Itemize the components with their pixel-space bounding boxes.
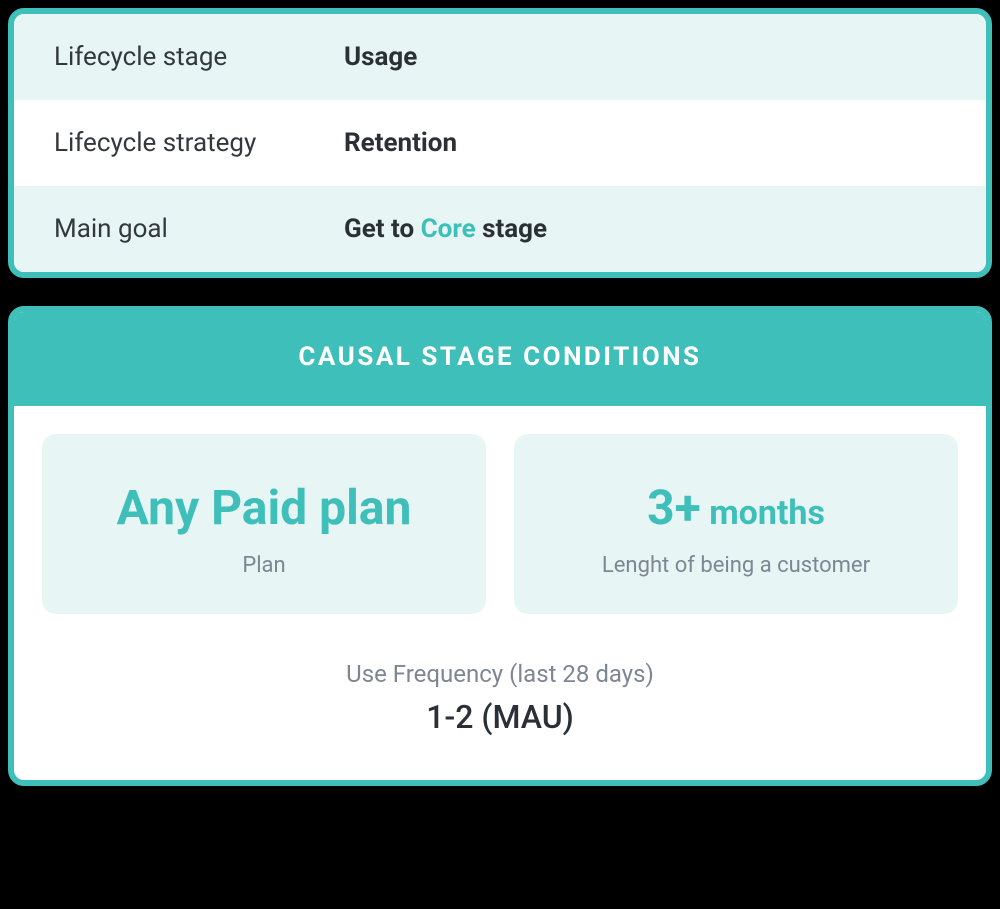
row-label: Lifecycle strategy	[54, 128, 344, 158]
tile-title: Any Paid plan	[62, 482, 466, 535]
cards-spacer	[8, 278, 992, 306]
tile-title: 3+ months	[534, 482, 938, 535]
tile-length: 3+ months Lenght of being a customer	[514, 434, 958, 614]
frequency-value: 1-2 (MAU)	[34, 698, 966, 736]
conditions-tiles: Any Paid plan Plan 3+ months Lenght of b…	[14, 406, 986, 626]
row-lifecycle-strategy: Lifecycle strategy Retention	[14, 100, 986, 186]
row-lifecycle-stage: Lifecycle stage Usage	[14, 14, 986, 100]
row-value: Retention	[344, 128, 457, 158]
goal-highlight: Core	[421, 214, 476, 244]
tile-sub: Lenght of being a customer	[534, 553, 938, 578]
row-label: Main goal	[54, 214, 344, 244]
frequency-label: Use Frequency (last 28 days)	[34, 660, 966, 688]
frequency-block: Use Frequency (last 28 days) 1-2 (MAU)	[14, 626, 986, 780]
row-value: Usage	[344, 42, 417, 72]
lifecycle-summary-card: Lifecycle stage Usage Lifecycle strategy…	[8, 8, 992, 278]
conditions-banner: CAUSAL STAGE CONDITIONS	[14, 312, 986, 406]
tile-sub: Plan	[62, 553, 466, 578]
row-value: Get to Core stage	[344, 214, 547, 244]
goal-suffix: stage	[476, 214, 547, 244]
tile-title-small: months	[701, 493, 825, 533]
row-main-goal: Main goal Get to Core stage	[14, 186, 986, 272]
tile-title-big: 3+	[647, 479, 701, 536]
tile-plan: Any Paid plan Plan	[42, 434, 486, 614]
conditions-card: CAUSAL STAGE CONDITIONS Any Paid plan Pl…	[8, 306, 992, 786]
goal-prefix: Get to	[344, 214, 421, 244]
row-label: Lifecycle stage	[54, 42, 344, 72]
tile-title-big: Any Paid plan	[117, 479, 412, 536]
